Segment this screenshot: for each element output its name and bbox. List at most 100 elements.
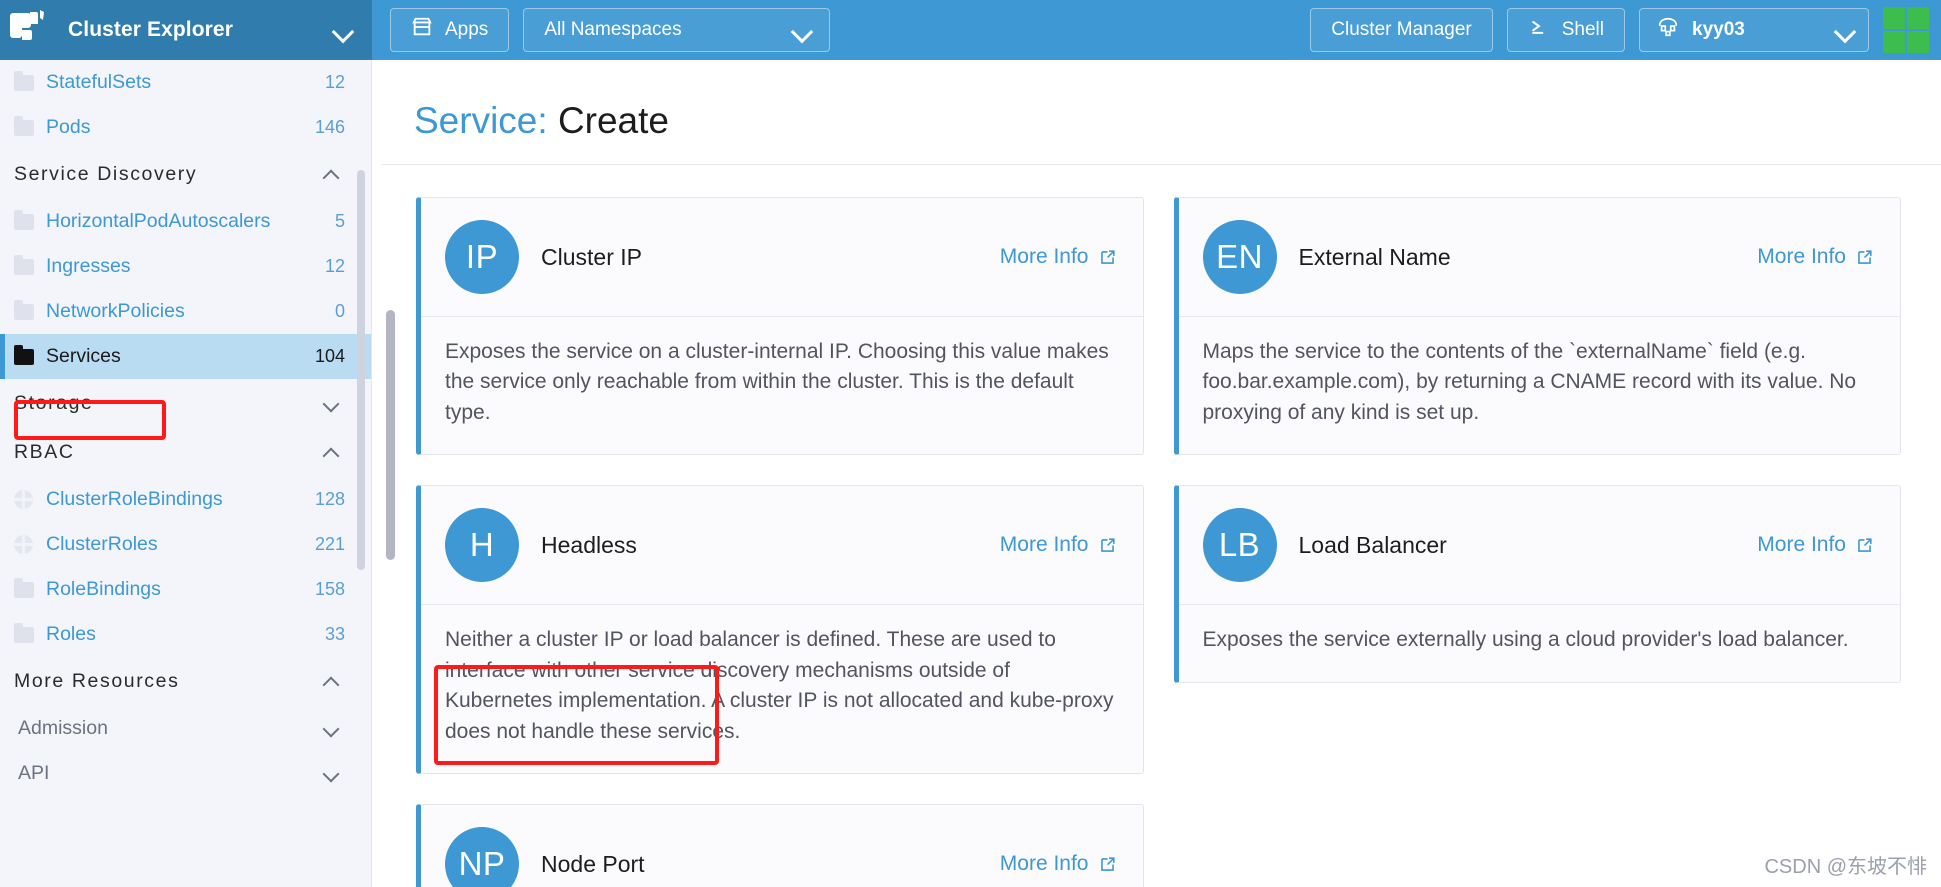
- card-description: Neither a cluster IP or load balancer is…: [445, 628, 1114, 743]
- folder-icon: [14, 115, 40, 136]
- sidebar-group-rbac[interactable]: RBAC: [0, 428, 371, 477]
- sidebar-item-count: 158: [314, 579, 345, 599]
- apps-button[interactable]: Apps: [390, 8, 510, 52]
- chevron-down-icon[interactable]: [791, 19, 813, 41]
- sidebar-item-rolebindings[interactable]: RoleBindings 158: [0, 567, 371, 612]
- sidebar-scrollbar[interactable]: [357, 170, 365, 570]
- namespace-label: All Namespaces: [544, 19, 682, 40]
- main-scrollbar[interactable]: [386, 310, 395, 560]
- sidebar-item-horizontalpodautoscalers[interactable]: HorizontalPodAutoscalers 5: [0, 199, 371, 244]
- sidebar-list: StatefulSets 12 Pods 146 Service Discovery Ho…: [0, 60, 371, 806]
- sidebar-item-label: HorizontalPodAutoscalers: [46, 210, 271, 232]
- sidebar-item-networkpolicies[interactable]: NetworkPolicies 0: [0, 289, 371, 334]
- more-info-label: More Info: [999, 533, 1089, 557]
- globe-icon: [14, 490, 40, 509]
- sidebar-item-label: Roles: [46, 623, 96, 645]
- service-type-card-cluster-ip[interactable]: IP Cluster IP More Info Exposes the service…: [416, 197, 1144, 456]
- shell-label: Shell: [1561, 19, 1604, 40]
- sidebar-item-label: ClusterRoles: [46, 533, 158, 555]
- sidebar-item-count: 221: [314, 534, 345, 554]
- sidebar-item-count: 33: [324, 624, 345, 644]
- folder-icon: [14, 344, 40, 365]
- card-title: Headless: [541, 531, 637, 558]
- folder-icon: [14, 254, 40, 275]
- more-info-link[interactable]: More Info: [1757, 245, 1874, 269]
- globe-icon: [14, 535, 40, 554]
- sidebar-navigation: StatefulSets 12 Pods 146 Service Discovery Ho…: [0, 60, 372, 887]
- sidebar-item-ingresses[interactable]: Ingresses 12: [0, 244, 371, 289]
- page-header: Service: Create: [382, 60, 1941, 165]
- chevron-up-icon[interactable]: [323, 166, 345, 184]
- sidebar-item-label: ClusterRoleBindings: [46, 488, 223, 510]
- more-info-label: More Info: [1757, 245, 1846, 268]
- chevron-up-icon[interactable]: [323, 673, 345, 691]
- apps-label: Apps: [445, 19, 489, 40]
- sidebar-group-label: Service Discovery: [14, 163, 198, 185]
- sidebar-item-services[interactable]: Services 104: [0, 334, 371, 379]
- service-type-card-external-name[interactable]: EN External Name More Info Maps the service…: [1173, 197, 1901, 456]
- more-info-link[interactable]: More Info: [1000, 852, 1117, 876]
- folder-icon: [14, 577, 40, 598]
- sidebar-subgroup-api[interactable]: API: [0, 751, 371, 796]
- sidebar-item-pods[interactable]: Pods 146: [0, 105, 371, 150]
- card-header: LB Load Balancer More Info: [1178, 486, 1900, 606]
- sidebar-subgroup-admission[interactable]: Admission: [0, 706, 371, 751]
- external-link-icon: [1855, 536, 1874, 555]
- chevron-down-icon[interactable]: [323, 395, 345, 413]
- more-info-link[interactable]: More Info: [1000, 245, 1117, 269]
- cluster-name: kyy03: [1692, 19, 1745, 40]
- sidebar-item-label: RoleBindings: [46, 578, 161, 600]
- brand-cluster-explorer-dropdown[interactable]: Cluster Explorer: [0, 0, 372, 60]
- sidebar-group-label: More Resources: [14, 670, 180, 692]
- card-description: Exposes the service externally using a c…: [1202, 628, 1849, 652]
- sidebar-item-label: Pods: [46, 116, 91, 138]
- shell-button[interactable]: Shell: [1506, 8, 1625, 52]
- sidebar-group-service-discovery[interactable]: Service Discovery: [0, 150, 371, 199]
- more-info-label: More Info: [999, 852, 1089, 876]
- sidebar-item-count: 12: [324, 256, 345, 276]
- cluster-manager-button[interactable]: Cluster Manager: [1310, 8, 1493, 52]
- sidebar-item-count: 5: [334, 211, 345, 231]
- more-info-link[interactable]: More Info: [1757, 533, 1874, 557]
- card-header: NP Node Port More Info: [421, 805, 1143, 887]
- external-link-icon: [1855, 248, 1874, 267]
- service-type-card-headless[interactable]: H Headless More Info Neither a cluster IP o…: [416, 485, 1144, 775]
- sidebar-item-count: 146: [314, 117, 345, 137]
- sidebar-item-clusterroles[interactable]: ClusterRoles 221: [0, 522, 371, 567]
- folder-icon: [14, 622, 40, 643]
- sidebar-item-label: Services: [46, 345, 121, 367]
- sidebar-item-statefulsets[interactable]: StatefulSets 12: [0, 60, 371, 105]
- card-title: Load Balancer: [1298, 531, 1447, 558]
- card-description: Maps the service to the contents of the …: [1202, 340, 1857, 424]
- page-title-rest: Create: [557, 100, 669, 141]
- card-title: Node Port: [541, 850, 645, 877]
- cluster-manager-label: Cluster Manager: [1331, 19, 1472, 40]
- namespace-selector[interactable]: All Namespaces: [523, 8, 831, 52]
- sidebar-item-clusterrolebindings[interactable]: ClusterRoleBindings 128: [0, 477, 371, 522]
- chevron-down-icon[interactable]: [323, 720, 345, 738]
- apps-grid-icon[interactable]: [1883, 7, 1929, 53]
- service-type-avatar: NP: [445, 827, 519, 887]
- sidebar-group-label: RBAC: [14, 441, 75, 463]
- service-type-card-load-balancer[interactable]: LB Load Balancer More Info Exposes the serv…: [1173, 485, 1901, 683]
- folder-icon: [14, 209, 40, 230]
- main-content: Service: Create IP Cluster IP More Info Exp…: [372, 60, 1941, 887]
- chevron-up-icon[interactable]: [323, 444, 345, 462]
- more-info-label: More Info: [1757, 533, 1846, 557]
- chevron-down-icon[interactable]: [323, 765, 345, 783]
- chevron-down-icon[interactable]: [332, 19, 354, 41]
- cluster-explorer-window: Cluster Explorer Apps All Namespaces Clu…: [0, 0, 1941, 887]
- chevron-down-icon[interactable]: [1834, 19, 1856, 41]
- card-header: H Headless More Info: [421, 486, 1143, 606]
- sidebar-item-roles[interactable]: Roles 33: [0, 612, 371, 657]
- card-description: Exposes the service on a cluster-interna…: [445, 340, 1109, 424]
- sidebar-group-storage[interactable]: Storage: [0, 379, 371, 428]
- service-type-avatar: H: [445, 508, 519, 583]
- service-type-card-node-port[interactable]: NPNode PortMore InfoExposes the service …: [416, 804, 1144, 887]
- sidebar-group-more-resources[interactable]: More Resources: [0, 657, 371, 706]
- more-info-link[interactable]: More Info: [1000, 533, 1117, 557]
- sidebar-item-count: 104: [314, 346, 345, 366]
- external-link-icon: [1098, 536, 1117, 555]
- cluster-selector[interactable]: kyy03: [1639, 8, 1869, 52]
- more-info-label: More Info: [999, 245, 1089, 268]
